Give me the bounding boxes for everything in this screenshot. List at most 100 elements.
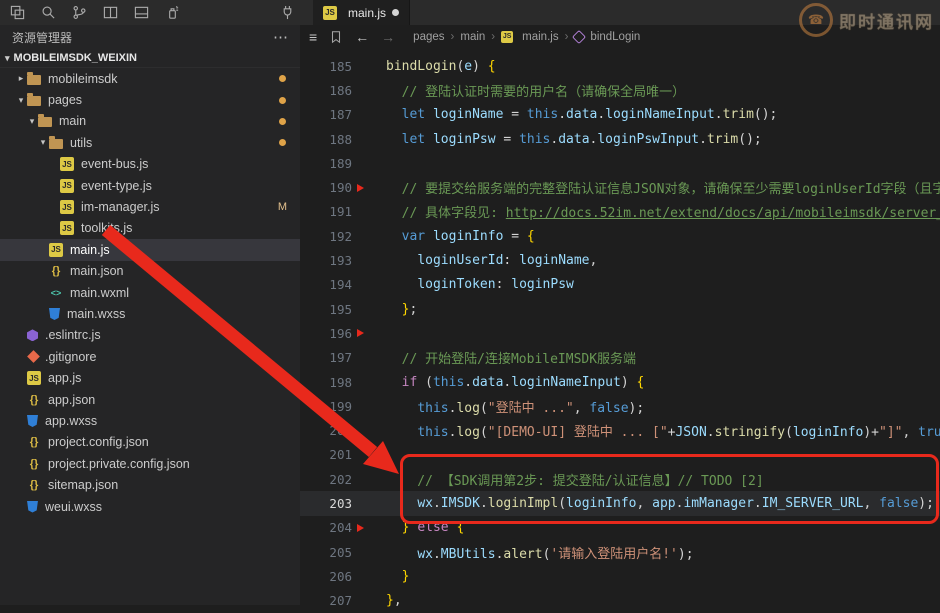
js-file-icon: JS [60, 179, 74, 193]
tree-file-weui.wxss[interactable]: weui.wxss [0, 496, 300, 517]
code-line-207[interactable]: 207}, [300, 589, 940, 613]
tree-file-main.wxss[interactable]: main.wxss [0, 303, 300, 324]
plug-icon[interactable] [280, 5, 295, 20]
tree-item-label: main.wxml [70, 286, 129, 300]
tree-file-main.json[interactable]: {} main.json [0, 261, 300, 282]
json-file-icon: {} [27, 478, 41, 492]
code-text: // 具体字段见: http://docs.52im.net/extend/do… [386, 202, 940, 221]
js-file-icon: JS [323, 6, 337, 20]
line-number: 207 [300, 593, 352, 608]
red-marker-icon [357, 184, 364, 192]
tree-file-main.wxml[interactable]: <>main.wxml [0, 282, 300, 303]
tree-root-label: MOBILEIMSDK_WEIXIN [14, 52, 137, 64]
tree-file-.gitignore[interactable]: .gitignore [0, 346, 300, 367]
code-line-193[interactable]: 193 loginUserId: loginName, [300, 248, 940, 272]
code-line-194[interactable]: 194 loginToken: loginPsw [300, 273, 940, 297]
code-line-186[interactable]: 186 // 登陆认证时需要的用户名（请确保全局唯一） [300, 78, 940, 102]
code-line-185[interactable]: 185bindLogin(e) { [300, 54, 940, 78]
tab-main-js[interactable]: JS main.js [313, 0, 410, 25]
titlebar: JS main.js ☎ 即时通讯网 [0, 0, 940, 25]
breadcrumb-item-main.js[interactable]: JSmain.js [501, 31, 558, 43]
code-text: var loginInfo = { [386, 229, 535, 244]
tree-file-app.json[interactable]: {}app.json [0, 389, 300, 410]
code-line-203[interactable]: 203 wx.IMSDK.loginImpl(loginInfo, app.im… [300, 491, 940, 515]
more-actions-icon[interactable]: ⋯ [273, 28, 288, 46]
code-line-200[interactable]: 200 this.log("[DEMO-UI] 登陆中 ... ["+JSON.… [300, 418, 940, 442]
code-line-196[interactable]: 196 [300, 321, 940, 345]
outline-icon[interactable]: ≡ [309, 29, 317, 45]
tree-folder-utils[interactable]: ▾utils [0, 132, 300, 153]
tree-file-project.config.json[interactable]: {}project.config.json [0, 432, 300, 453]
back-arrow-icon[interactable]: ← [355, 29, 369, 45]
layout-panel-icon[interactable] [134, 5, 149, 20]
tree-file-event-bus.js[interactable]: JSevent-bus.js [0, 154, 300, 175]
modified-dot-icon[interactable] [392, 9, 399, 16]
line-number: 196 [300, 326, 352, 341]
js-file-icon: JS [60, 221, 74, 235]
code-line-197[interactable]: 197 // 开始登陆/连接MobileIMSDK服务端 [300, 346, 940, 370]
folder-icon [49, 139, 63, 149]
json-file-icon: {} [49, 264, 63, 278]
code-text: } else { [386, 520, 464, 535]
breadcrumb-label: main.js [522, 31, 558, 43]
tree-file-.eslintrc.js[interactable]: .eslintrc.js [0, 325, 300, 346]
tree-item-label: app.wxss [45, 414, 97, 428]
code-line-190[interactable]: 190 // 要提交给服务端的完整登陆认证信息JSON对象，请确保至少需要log… [300, 175, 940, 199]
tree-file-sitemap.json[interactable]: {} sitemap.json [0, 474, 300, 495]
project-icon[interactable] [10, 5, 25, 20]
tree-folder-mobileimsdk[interactable]: ▸mobileimsdk [0, 68, 300, 89]
tree-item-label: app.json [48, 393, 95, 407]
code-line-191[interactable]: 191 // 具体字段见: http://docs.52im.net/exten… [300, 200, 940, 224]
tree-file-im-manager.js[interactable]: JSim-manager.jsM [0, 196, 300, 217]
code-line-206[interactable]: 206 } [300, 564, 940, 588]
breadcrumb-item-bindLogin[interactable]: bindLogin [574, 31, 640, 43]
line-number: 194 [300, 277, 352, 292]
split-editor-icon[interactable] [103, 5, 118, 20]
code-line-195[interactable]: 195 }; [300, 297, 940, 321]
code-text: wx.IMSDK.loginImpl(loginInfo, app.imMana… [386, 496, 934, 511]
file-tree: ▸mobileimsdk▾pages▾main▾utilsJSevent-bus… [0, 68, 300, 517]
breadcrumb-label: main [460, 31, 485, 43]
code-line-189[interactable]: 189 [300, 151, 940, 175]
spray-icon[interactable] [165, 5, 180, 20]
chevron-icon: ▾ [15, 95, 27, 106]
watermark-text: 即时通讯网 [839, 8, 934, 33]
tree-file-toolkits.js[interactable]: JStoolkits.js [0, 218, 300, 239]
bookmark-icon[interactable] [329, 30, 343, 44]
titlebar-icon-group [0, 5, 180, 20]
code-text: }; [386, 302, 417, 317]
git-branch-icon[interactable] [72, 5, 87, 20]
tree-item-label: sitemap.json [48, 478, 118, 492]
tree-file-event-type.js[interactable]: JSevent-type.js [0, 175, 300, 196]
code-line-192[interactable]: 192 var loginInfo = { [300, 224, 940, 248]
search-icon[interactable] [41, 5, 56, 20]
watermark: ☎ 即时通讯网 [799, 3, 934, 37]
line-number: 189 [300, 156, 352, 171]
code-line-202[interactable]: 202 // 【SDK调用第2步: 提交登陆/认证信息】// TODO [2] [300, 467, 940, 491]
breadcrumb-item-main[interactable]: main [460, 31, 485, 43]
breadcrumb-label: pages [413, 31, 444, 43]
line-number: 201 [300, 447, 352, 462]
code-line-205[interactable]: 205 wx.MBUtils.alert('请输入登陆用户名!'); [300, 540, 940, 564]
chevron-icon: ▾ [37, 137, 49, 148]
tree-item-label: main.json [70, 264, 124, 278]
code-line-188[interactable]: 188 let loginPsw = this.data.loginPswInp… [300, 127, 940, 151]
code-line-199[interactable]: 199 this.log("登陆中 ...", false); [300, 394, 940, 418]
code-line-204[interactable]: 204 } else { [300, 516, 940, 540]
tree-file-app.wxss[interactable]: app.wxss [0, 410, 300, 431]
tree-file-main.js[interactable]: JSmain.js [0, 239, 300, 260]
forward-arrow-icon[interactable]: → [381, 29, 395, 45]
breadcrumb-item-pages[interactable]: pages [413, 31, 444, 43]
breadcrumb-separator: › [451, 31, 455, 43]
tree-file-project.private.config.json[interactable]: {}project.private.config.json [0, 453, 300, 474]
tree-item-label: weui.wxss [45, 500, 102, 514]
tree-file-app.js[interactable]: JSapp.js [0, 367, 300, 388]
gutter-marker [352, 329, 386, 337]
code-line-198[interactable]: 198 if (this.data.loginNameInput) { [300, 370, 940, 394]
tree-root-row[interactable]: ▾ MOBILEIMSDK_WEIXIN [0, 49, 300, 68]
tree-folder-pages[interactable]: ▾pages [0, 89, 300, 110]
code-line-201[interactable]: 201 [300, 443, 940, 467]
code-line-187[interactable]: 187 let loginName = this.data.loginNameI… [300, 103, 940, 127]
tree-folder-main[interactable]: ▾main [0, 111, 300, 132]
tree-item-label: main.js [70, 243, 110, 257]
